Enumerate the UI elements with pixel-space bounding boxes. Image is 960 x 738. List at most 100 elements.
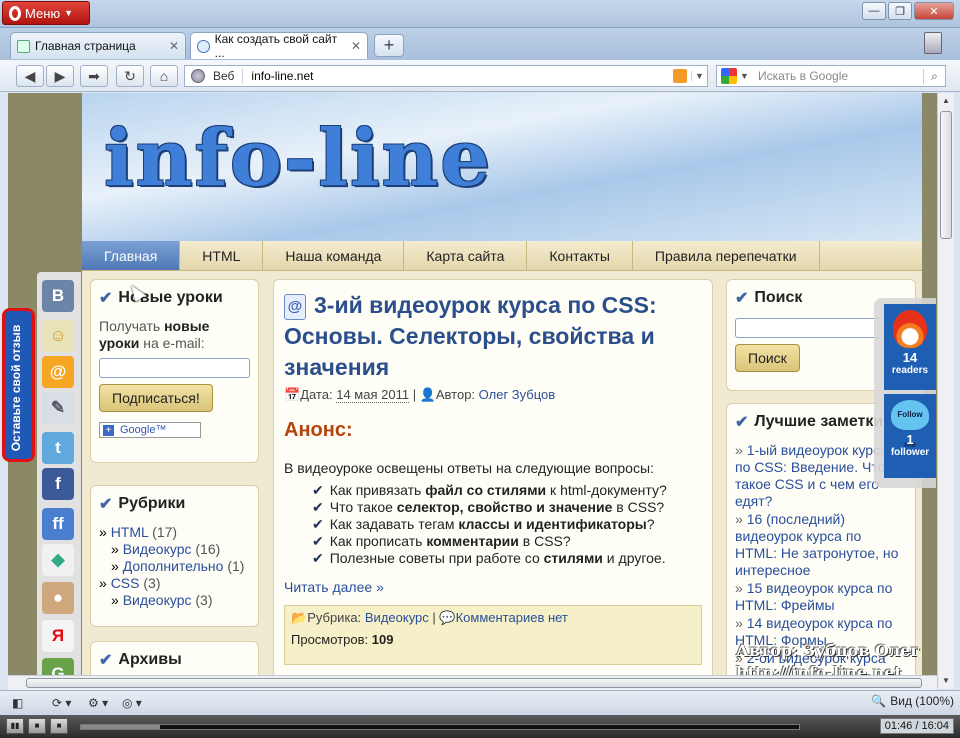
scroll-thumb[interactable] [26, 678, 922, 688]
rubric-link[interactable]: Видеокурс [123, 541, 192, 557]
check-icon: ✔ [99, 496, 113, 513]
reload-button[interactable]: ↻ [116, 65, 144, 87]
address-bar[interactable]: Веб info-line.net ▼ [184, 65, 708, 87]
post-title-text[interactable]: 3-ий видеоурок курса по CSS: Основы. Сел… [284, 292, 657, 380]
back-button[interactable]: ◀ [16, 65, 44, 87]
site-logo[interactable]: info-line [104, 113, 492, 204]
scroll-thumb[interactable] [940, 111, 952, 239]
minimize-button[interactable]: — [862, 2, 886, 20]
moikrug-icon[interactable]: ● [42, 582, 74, 614]
yandex-icon[interactable]: Я [42, 620, 74, 652]
subscribe-pre: Получать [99, 318, 165, 334]
subscribe-button[interactable]: Подписаться! [99, 384, 213, 412]
google-icon[interactable] [721, 68, 737, 84]
panel-toggle-icon[interactable]: ◧ [12, 694, 23, 712]
fast-forward-button[interactable]: ➡ [80, 65, 108, 87]
search-icon[interactable]: ⌕ [923, 68, 945, 84]
nav-item-contacts[interactable]: Контакты [527, 241, 633, 270]
tab-active[interactable]: Как создать свой сайт ... ✕ [190, 32, 368, 60]
comments-link[interactable]: Комментариев нет [456, 610, 568, 625]
vertical-scrollbar[interactable]: ▲ ▼ [937, 93, 954, 689]
chevron-down-icon[interactable]: ▼ [691, 71, 707, 81]
facebook-icon[interactable]: f [42, 468, 74, 500]
sync-icon[interactable]: ⟳ ▾ [52, 694, 71, 712]
rubric-item[interactable]: » Видеокурс (3) [99, 592, 250, 609]
read-more-link[interactable]: Читать далее » [284, 579, 702, 595]
rubric-item[interactable]: » HTML (17) [99, 524, 250, 541]
search-input[interactable]: Искать в Google [758, 69, 923, 83]
followers-badge[interactable]: Follow me 1 follower [884, 394, 936, 478]
check-icon: ✔ [99, 652, 113, 669]
video-progress-track[interactable] [80, 724, 800, 730]
rubric-count: (16) [195, 541, 221, 557]
url-text[interactable]: info-line.net [243, 69, 673, 83]
tab-home[interactable]: Главная страница ✕ [10, 32, 186, 59]
play-icon[interactable]: ▮▮ [6, 718, 24, 734]
nav-item-sitemap[interactable]: Карта сайта [404, 241, 528, 270]
nav-item-reprint[interactable]: Правила перепечатки [633, 241, 820, 270]
nav-item-home[interactable]: Главная [82, 241, 181, 270]
scroll-down-icon[interactable]: ▼ [938, 673, 954, 689]
search-field[interactable]: ▼ Искать в Google ⌕ [716, 65, 946, 87]
scroll-up-icon[interactable]: ▲ [938, 93, 954, 109]
tab-close-icon[interactable]: ✕ [351, 39, 361, 53]
video-progress-fill [81, 725, 160, 729]
best-post-link[interactable]: 16 (последний) видеоурок курса по HTML: … [735, 511, 907, 579]
post-card: @3-ий видеоурок курса по CSS: Основы. Се… [273, 279, 713, 689]
rubric-link[interactable]: Дополнительно [123, 558, 224, 574]
rubric-link[interactable]: Видеокурс [365, 610, 429, 625]
rubric-item[interactable]: » CSS (3) [99, 575, 250, 592]
widget-title: Архивы [118, 651, 182, 668]
views-label: Просмотров: [291, 632, 369, 647]
forward-button[interactable]: ▶ [46, 65, 74, 87]
twitter-icon[interactable]: t [42, 432, 74, 464]
rubric-link[interactable]: Видеокурс [123, 592, 192, 608]
rubric-item[interactable]: » Дополнительно (1) [99, 558, 250, 575]
friendfeed-icon[interactable]: ff [42, 508, 74, 540]
followers-label: follower [890, 447, 930, 458]
email-field[interactable] [99, 358, 250, 378]
trash-icon[interactable] [924, 32, 942, 54]
chevron-down-icon[interactable]: ▼ [740, 71, 750, 81]
post-intro: В видеоуроке освещены ответы на следующи… [284, 460, 654, 476]
new-tab-button[interactable]: + [374, 34, 404, 57]
rubric-count: (17) [152, 524, 178, 540]
check-icon: ✔ [735, 290, 749, 307]
nav-item-team[interactable]: Наша команда [263, 241, 405, 270]
nav-item-html[interactable]: HTML [180, 241, 264, 270]
rubric-item[interactable]: » Видеокурс (16) [99, 541, 250, 558]
unite-icon[interactable]: ⚙ ▾ [88, 694, 108, 712]
rubric-link[interactable]: CSS [111, 575, 140, 591]
close-button[interactable]: ✕ [914, 2, 954, 20]
globe-icon [191, 69, 205, 83]
livejournal-icon[interactable]: ✎ [42, 392, 74, 424]
rss-icon[interactable] [673, 69, 687, 83]
readers-badge[interactable]: 14 readers [884, 304, 936, 390]
navigation-bar: ◀ ▶ ➡ ↻ ⌂ Веб info-line.net ▼ ▼ Искать в… [0, 60, 960, 92]
author-link[interactable]: Олег Зубцов [479, 387, 556, 402]
tab-close-icon[interactable]: ✕ [169, 39, 179, 53]
site-search-input[interactable] [735, 318, 885, 338]
post-title[interactable]: @3-ий видеоурок курса по CSS: Основы. Се… [284, 290, 702, 383]
pause-icon[interactable]: ■ [28, 718, 46, 734]
vkontakte-icon[interactable]: B [42, 280, 74, 312]
home-button[interactable]: ⌂ [150, 65, 178, 87]
stop-icon[interactable]: ■ [50, 718, 68, 734]
google-buzz-icon[interactable]: ◆ [42, 544, 74, 576]
author-label: Автор: [435, 387, 476, 402]
feedback-tab[interactable]: Оставьте свой отзыв [2, 308, 35, 462]
odnoklassniki-icon[interactable]: ☺ [42, 320, 74, 352]
menu-button[interactable]: Меню ▼ [2, 1, 90, 25]
list-item: Как привязать файл со стилями к html-док… [312, 482, 702, 499]
site-search-button[interactable]: Поиск [735, 344, 800, 372]
maximize-button[interactable]: ❐ [888, 2, 912, 20]
zoom-control[interactable]: 🔍 Вид (100%) [871, 694, 954, 708]
turbo-icon[interactable]: ◎ ▾ [122, 694, 142, 712]
check-icon: ✔ [735, 414, 749, 431]
mail-ru-icon[interactable]: @ [42, 356, 74, 388]
horizontal-scrollbar[interactable] [8, 675, 937, 690]
rubric-link[interactable]: HTML [111, 524, 149, 540]
status-bar: ◧ ⟳ ▾ ⚙ ▾ ◎ ▾ 🔍 Вид (100%) [0, 690, 960, 715]
best-post-link[interactable]: 15 видеоурок курса по HTML: Фреймы [735, 580, 907, 614]
add-to-google-button[interactable]: + Google™ [99, 422, 201, 438]
